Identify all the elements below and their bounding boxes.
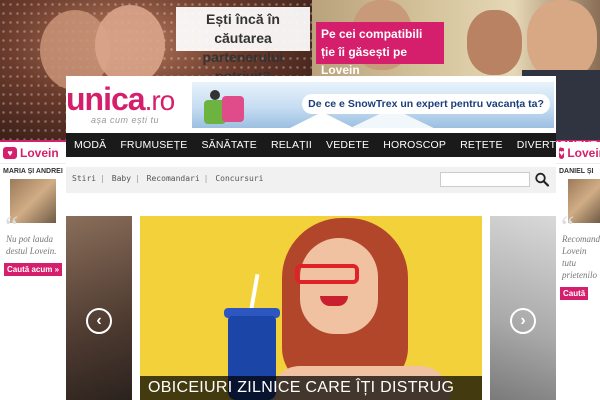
nav-item-relatii[interactable]: RELAȚII [264, 139, 319, 151]
ad-headline-dark[interactable]: Ești încă în căutarea partenerului potri… [176, 7, 310, 84]
banner-ad-text[interactable]: De ce e SnowTrex un expert pentru vacanț… [302, 94, 550, 114]
slider-prev-arrow-icon[interactable]: ‹ [86, 308, 112, 334]
couple-name: DANIEL ȘI [559, 168, 594, 175]
skier-illustration [204, 86, 248, 126]
site-tagline: așa cum ești tu [91, 115, 160, 125]
nav-item-moda[interactable]: MODĂ [66, 139, 113, 151]
side-ad-left[interactable]: ♥ Lovein MARIA ȘI ANDREI “ Nu pot lauda … [0, 140, 66, 400]
logo-main-text: unica [66, 81, 146, 117]
nav-item-frumusete[interactable]: FRUMUSEȚE [113, 139, 194, 151]
testimonial-quote: “ Nu pot lauda destul Lovein. [0, 210, 66, 257]
current-slide-image[interactable] [140, 216, 482, 400]
sublink-stiri[interactable]: Stiri [72, 174, 96, 183]
ad-headline-pink[interactable]: Pe cei compatibili ție îi găsești pe Lov… [316, 22, 444, 77]
logo-suffix-text: .ro [144, 85, 176, 116]
secondary-bar: Stiri | Baby | Recomandari | Concursuri [66, 167, 556, 193]
lovein-brand: Lovein [20, 145, 59, 160]
site-logo[interactable]: unica.ro [66, 81, 176, 118]
nav-item-horoscop[interactable]: HOROSCOP [376, 139, 453, 151]
search-input[interactable] [440, 172, 530, 187]
slider-next-arrow-icon[interactable]: › [510, 308, 536, 334]
heart-icon: ♥ [3, 146, 17, 159]
slide-caption[interactable]: OBICEIURI ZILNICE CARE ÎȚI DISTRUG [140, 376, 482, 400]
secondary-links: Stiri | Baby | Recomandari | Concursuri [72, 174, 264, 183]
quote-mark-icon: “ [2, 210, 19, 243]
search-now-button[interactable]: Caută acum » [4, 263, 63, 276]
side-ad-right[interactable]: ♥ Lovein DANIEL ȘI “ Recomand Lovein tut… [556, 140, 600, 400]
sublink-recomandari[interactable]: Recomandari [147, 174, 200, 183]
featured-slider: OBICEIURI ZILNICE CARE ÎȚI DISTRUG ‹ › [66, 216, 556, 400]
nav-item-retete[interactable]: REȚETE [453, 139, 510, 151]
sublink-baby[interactable]: Baby [112, 174, 131, 183]
site-header: unica.ro așa cum ești tu De ce e SnowTre… [66, 76, 556, 133]
couple-name: MARIA ȘI ANDREI [3, 168, 63, 175]
lovein-logo[interactable]: ♥ Lovein [0, 142, 66, 164]
main-navigation: MODĂ FRUMUSEȚE SĂNĂTATE RELAȚII VEDETE H… [66, 133, 597, 157]
snowtrex-banner-ad[interactable]: De ce e SnowTrex un expert pentru vacanț… [192, 82, 554, 128]
nav-item-sanatate[interactable]: SĂNĂTATE [194, 139, 263, 151]
testimonial-quote: “ Recomand Lovein tutu prietenilo [556, 210, 600, 281]
search-icon[interactable] [534, 171, 550, 188]
nav-item-divertisment[interactable]: DIVERTISMENT [510, 139, 600, 151]
search-now-button[interactable]: Caută [560, 287, 589, 300]
main-column: unica.ro așa cum ești tu De ce e SnowTre… [66, 76, 597, 400]
nav-item-vedete[interactable]: VEDETE [319, 139, 376, 151]
sublink-concursuri[interactable]: Concursuri [215, 174, 263, 183]
page: Ești încă în căutarea partenerului potri… [0, 0, 600, 400]
quote-mark-icon: “ [558, 210, 575, 243]
